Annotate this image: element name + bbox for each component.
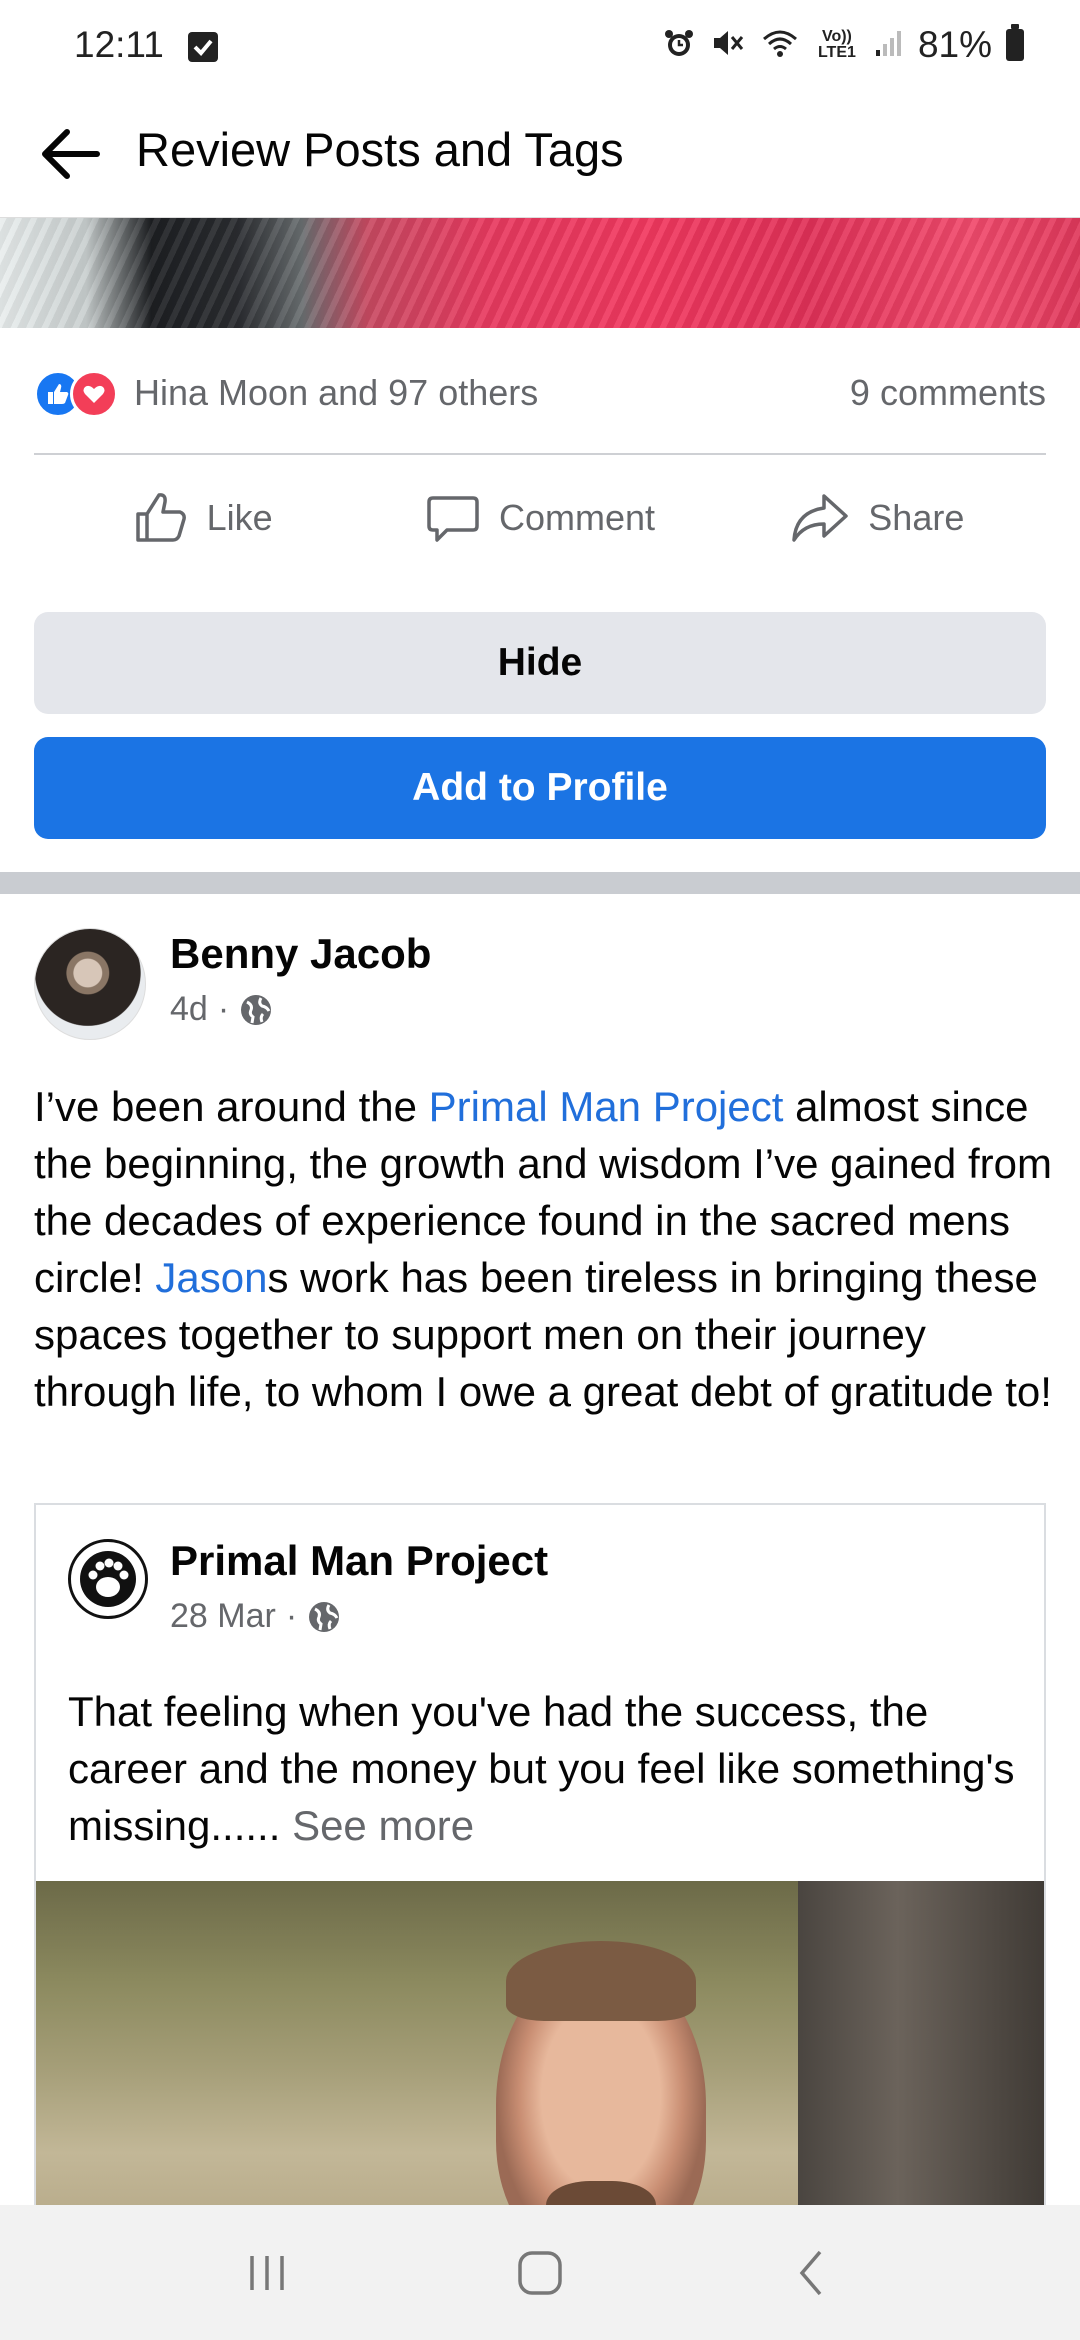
- author-avatar[interactable]: [34, 928, 146, 1040]
- shared-post-text: That feeling when you've had the success…: [68, 1683, 1028, 1854]
- back-arrow-icon: [42, 129, 100, 179]
- battery-percent: 81%: [917, 24, 992, 65]
- globe-icon: [309, 1601, 340, 1632]
- back-button[interactable]: [34, 118, 106, 190]
- share-icon: [792, 494, 849, 542]
- shared-text-body: That feeling when you've had the success…: [68, 1688, 1015, 1849]
- meta-dot: ·: [217, 990, 230, 1028]
- love-reaction-icon: [70, 370, 118, 418]
- section-separator: [0, 872, 1080, 894]
- image-person-hair: [506, 1941, 696, 2021]
- signal-icon: [874, 28, 904, 63]
- status-icons: Vo)) LTE1 81%: [662, 22, 1024, 68]
- home-icon: [518, 2250, 562, 2295]
- home-button[interactable]: [490, 2233, 590, 2313]
- like-icon: [135, 493, 186, 542]
- globe-icon: [241, 994, 272, 1025]
- reaction-icons: [34, 370, 126, 418]
- recent-apps-icon: [249, 2255, 284, 2290]
- comment-label: Comment: [498, 497, 656, 538]
- shared-post-image[interactable]: [36, 1881, 1044, 2213]
- hide-button[interactable]: Hide: [34, 612, 1046, 714]
- recent-apps-button[interactable]: [217, 2233, 317, 2313]
- shared-post-meta: 28 Mar ·: [170, 1597, 341, 1636]
- system-back-button[interactable]: [763, 2233, 863, 2313]
- post-actions: Like Comment Share: [34, 476, 1046, 560]
- post-meta: 4d ·: [170, 990, 273, 1029]
- like-label: Like: [206, 497, 273, 538]
- system-nav-bar: [0, 2205, 1080, 2340]
- shared-page-name[interactable]: Primal Man Project: [170, 1537, 548, 1585]
- post-image[interactable]: [0, 218, 1080, 328]
- see-more-link[interactable]: See more: [292, 1802, 474, 1849]
- author-name[interactable]: Benny Jacob: [170, 930, 431, 978]
- share-label: Share: [868, 497, 965, 538]
- tag-link-primal-man-project[interactable]: Primal Man Project: [429, 1083, 784, 1130]
- lte-label: Vo)) LTE1: [817, 28, 856, 61]
- checkbox-notification-icon: [188, 32, 218, 62]
- wifi-icon: [760, 26, 800, 65]
- mute-icon: [710, 26, 746, 65]
- app-header: Review Posts and Tags: [0, 90, 1080, 218]
- status-time: 12:11: [74, 24, 164, 65]
- comment-icon: [427, 496, 479, 542]
- add-to-profile-button[interactable]: Add to Profile: [34, 737, 1046, 839]
- post-text: I’ve been around the Primal Man Project …: [34, 1078, 1054, 1420]
- comment-button[interactable]: Comment: [371, 476, 708, 560]
- image-tree-trunk: [798, 1881, 1044, 2213]
- post-text-part-1: I’ve been around the: [34, 1083, 429, 1130]
- tag-link-jason[interactable]: Jason: [155, 1254, 267, 1301]
- status-bar: 12:11 Vo)) LTE1 81%: [0, 0, 1080, 90]
- shared-post-date[interactable]: 28 Mar: [170, 1597, 276, 1636]
- comments-count[interactable]: 9 comments: [850, 372, 1046, 414]
- meta-dot: ·: [285, 1597, 298, 1635]
- like-button[interactable]: Like: [34, 476, 371, 560]
- post-time[interactable]: 4d: [170, 990, 208, 1029]
- shared-page-avatar[interactable]: [68, 1539, 148, 1619]
- divider: [34, 453, 1046, 455]
- chevron-left-icon: [800, 2250, 822, 2295]
- reactions-summary[interactable]: Hina Moon and 97 others 9 comments: [34, 362, 1046, 422]
- alarm-icon: [662, 26, 696, 65]
- paw-icon: [80, 1551, 136, 1607]
- page-title: Review Posts and Tags: [136, 123, 624, 176]
- share-button[interactable]: Share: [709, 476, 1046, 560]
- reactors-text[interactable]: Hina Moon and 97 others: [134, 372, 538, 414]
- battery-icon: [1006, 24, 1024, 61]
- shared-post-card[interactable]: Primal Man Project 28 Mar · That feeling…: [34, 1503, 1046, 2213]
